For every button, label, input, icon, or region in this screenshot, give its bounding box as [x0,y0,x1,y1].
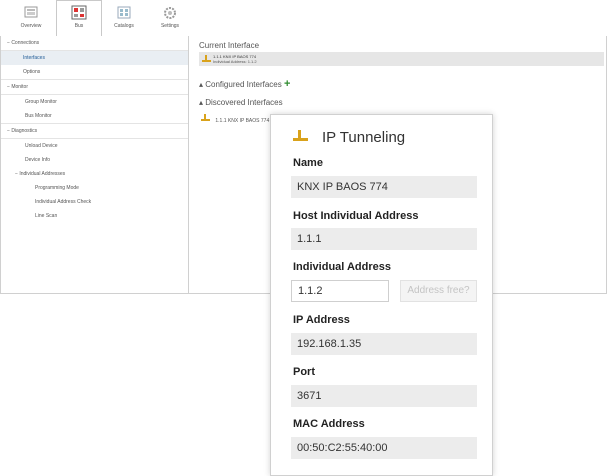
mac-address-field: 00:50:C2:55:40:00 [291,437,477,459]
settings-icon [164,7,176,19]
port-label: Port [293,366,315,378]
discovered-interfaces-label: Discovered Interfaces [205,98,283,107]
sidebar-item-unload-device[interactable]: Unload Device [1,139,188,153]
interface-icon [202,55,211,62]
host-individual-address-field: 1.1.1 [291,228,477,250]
ip-tunneling-dialog: IP Tunneling Name KNX IP BAOS 774 Host I… [270,114,493,476]
overview-tab[interactable]: Overview [9,1,53,35]
bus-tab-label: Bus [74,23,84,29]
sidebar-item-line-scan[interactable]: Line Scan [1,209,188,223]
sidebar-item-individual-address-check[interactable]: Individual Address Check [1,195,188,209]
name-field: KNX IP BAOS 774 [291,176,477,198]
section-diagnostics[interactable]: − Diagnostics [1,124,188,139]
catalogs-icon [117,6,131,19]
section-diagnostics-label: Diagnostics [11,128,38,134]
mac-address-label: MAC Address [293,418,365,430]
current-interface-address: Individual Address: 1.1.2 [213,59,257,64]
settings-tab[interactable]: Settings [148,1,192,35]
sidebar-item-individual-addresses[interactable]: − Individual Addresses [1,167,188,181]
sidebar-item-bus-monitor[interactable]: Bus Monitor [1,109,188,124]
sidebar-item-interfaces[interactable]: Interfaces [1,51,188,65]
section-monitor[interactable]: − Monitor [1,80,188,95]
sidebar-item-individual-addresses-label: Individual Addresses [19,171,66,177]
sidebar-item-group-monitor[interactable]: Group Monitor [1,95,188,109]
overview-tab-label: Overview [20,23,42,29]
catalogs-tab[interactable]: Catalogs [102,1,146,35]
sidebar-item-device-info[interactable]: Device Info [1,153,188,167]
dialog-title: IP Tunneling [293,129,405,146]
ip-address-label: IP Address [293,314,350,326]
bus-tab[interactable]: Bus [56,0,102,37]
configured-interfaces-header[interactable]: ▴ Configured Interfaces + [189,78,290,90]
add-interface-icon[interactable]: + [284,78,290,90]
sidebar-item-options[interactable]: Options [1,65,188,80]
current-interface-row[interactable]: 1.1.1 KNX IP BAOS 774 Individual Address… [199,52,604,66]
interface-icon [201,114,210,121]
section-connections[interactable]: − Connections [1,36,188,51]
catalogs-tab-label: Catalogs [114,23,134,29]
ip-address-field: 192.168.1.35 [291,333,477,355]
top-toolbar: Overview Bus Catalogs Settings [0,0,607,37]
section-connections-label: Connections [11,40,40,46]
sidebar-item-programming-mode[interactable]: Programming Mode [1,181,188,195]
discovered-interface-item[interactable]: 1.1.1 KNX IP BAOS 774 [201,114,269,124]
dialog-title-text: IP Tunneling [322,129,406,146]
configured-interfaces-label: Configured Interfaces [205,80,282,89]
discovered-interfaces-header[interactable]: ▴ Discovered Interfaces [189,98,283,107]
sidebar: − Connections Interfaces Options − Monit… [1,36,189,293]
overview-icon [24,6,38,18]
interface-icon [293,130,308,141]
bus-icon [71,5,87,20]
individual-address-label: Individual Address [293,261,392,273]
name-label: Name [293,157,323,169]
address-free-button[interactable]: Address free? [400,280,477,302]
current-interface-header: Current Interface [199,41,260,50]
section-monitor-label: Monitor [11,84,28,90]
settings-tab-label: Settings [160,23,180,29]
discovered-interface-name: 1.1.1 KNX IP BAOS 774 [215,118,270,124]
individual-address-input[interactable]: 1.1.2 [291,280,389,302]
port-field: 3671 [291,385,477,407]
host-individual-address-label: Host Individual Address [293,210,419,222]
